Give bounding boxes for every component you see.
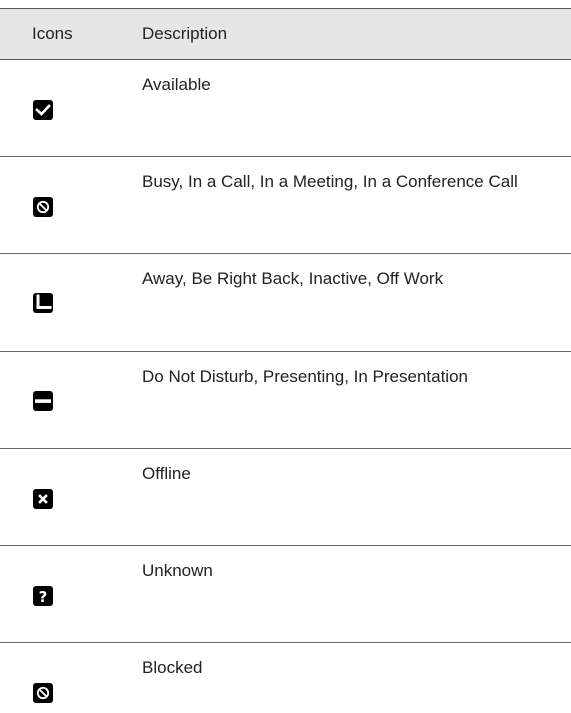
header-icons: Icons [32, 24, 73, 43]
available-check-icon [33, 100, 53, 120]
offline-x-icon [33, 489, 53, 509]
table-row: ? Unknown [0, 546, 571, 643]
header-description: Description [142, 24, 228, 43]
row-description: Away, Be Right Back, Inactive, Off Work [142, 269, 444, 288]
unknown-question-icon: ? [33, 586, 53, 606]
row-description: Blocked [142, 658, 203, 677]
svg-text:?: ? [39, 588, 48, 606]
row-description: Unknown [142, 561, 213, 580]
status-icons-table: Icons Description Available Busy, In a C… [0, 8, 571, 713]
row-description: Offline [142, 464, 191, 483]
table-row: Away, Be Right Back, Inactive, Off Work [0, 254, 571, 352]
do-not-disturb-dash-icon [33, 391, 53, 411]
table-row: Busy, In a Call, In a Meeting, In a Conf… [0, 157, 571, 254]
table-row: Do Not Disturb, Presenting, In Presentat… [0, 352, 571, 449]
table-header: Icons Description [0, 8, 571, 60]
table-row: Available [0, 60, 571, 157]
table-row: Blocked [0, 643, 571, 713]
blocked-no-entry-icon [33, 683, 53, 703]
row-description: Do Not Disturb, Presenting, In Presentat… [142, 367, 468, 386]
busy-no-entry-icon [33, 197, 53, 217]
row-description: Busy, In a Call, In a Meeting, In a Conf… [142, 172, 518, 191]
away-clock-icon [33, 293, 53, 313]
table-row: Offline [0, 449, 571, 546]
row-description: Available [142, 75, 211, 94]
